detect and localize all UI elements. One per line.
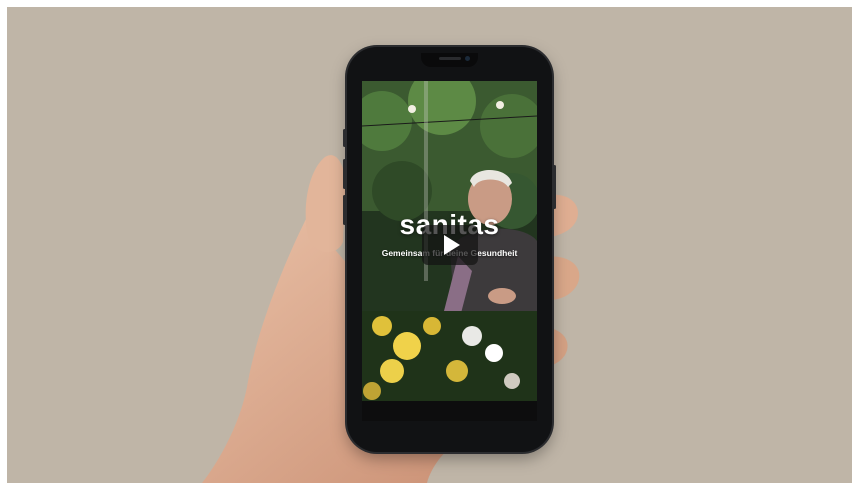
video-screen[interactable]: sanitas Gemeinsam für deine Gesundheit (362, 81, 537, 401)
smartphone-frame: sanitas Gemeinsam für deine Gesundheit (343, 47, 556, 452)
play-button[interactable] (422, 225, 478, 265)
screen-bottom-bar (362, 401, 537, 421)
play-icon (444, 235, 460, 255)
speaker-grille (439, 57, 461, 60)
volume-up-button (343, 159, 346, 189)
power-button (553, 165, 556, 209)
front-camera-icon (465, 56, 470, 61)
volume-down-button (343, 195, 346, 225)
video-poster: sanitas Gemeinsam für deine Gesundheit (7, 7, 852, 483)
mute-switch (343, 129, 346, 147)
phone-notch (421, 53, 478, 67)
